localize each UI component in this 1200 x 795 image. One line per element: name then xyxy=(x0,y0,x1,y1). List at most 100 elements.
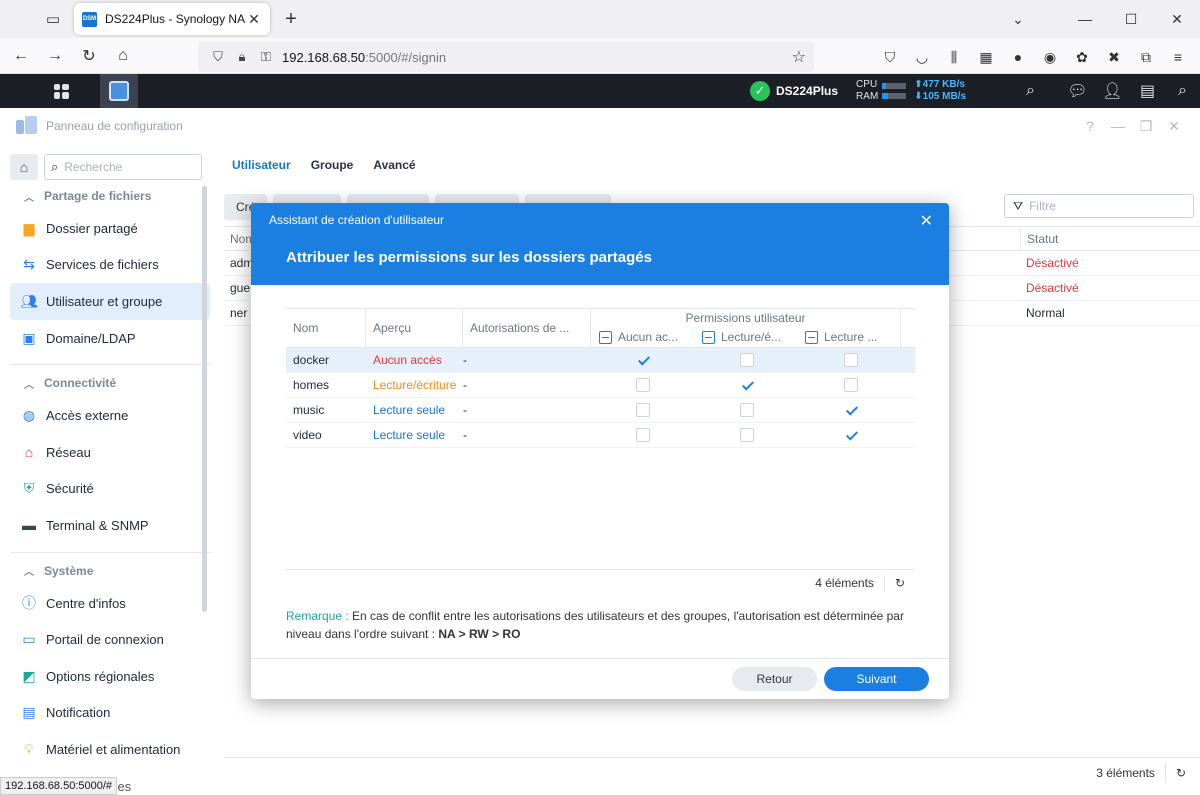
main-menu-button[interactable] xyxy=(38,74,84,108)
sidebar-item-notification[interactable]: ▤ Notification xyxy=(10,695,210,732)
chevron-down-icon[interactable]: ⌄ xyxy=(998,0,1038,38)
back-button[interactable]: Retour xyxy=(732,667,817,691)
extensions-puzzle-icon[interactable]: ⧉ xyxy=(1130,42,1162,72)
table-row[interactable]: video Lecture seule - xyxy=(286,423,915,448)
sidebar-item-domain-ldap[interactable]: ▣ Domaine/LDAP xyxy=(10,320,210,357)
shield-icon[interactable]: ⛉ xyxy=(206,49,230,65)
no-access-checkbox[interactable] xyxy=(636,428,650,442)
select-all-read-write-checkbox[interactable] xyxy=(702,330,715,344)
read-write-checkbox[interactable] xyxy=(740,428,754,442)
chat-icon[interactable]: 💬︎ xyxy=(1060,74,1095,108)
section-file-sharing[interactable]: ︿ Partage de fichiers xyxy=(10,182,210,210)
col-status[interactable]: Statut xyxy=(1020,227,1170,250)
forward-arrow-icon[interactable]: → xyxy=(40,41,70,71)
minimize-icon[interactable]: — xyxy=(1062,0,1108,38)
permissions-key-icon[interactable]: ⚿ xyxy=(254,49,278,65)
bookmark-star-icon[interactable]: ☆ xyxy=(792,47,806,67)
col-autorisations[interactable]: Autorisations de ... xyxy=(463,309,591,347)
dialog-title: Attribuer les permissions sur les dossie… xyxy=(286,249,652,266)
lock-insecure-icon[interactable]: 🔒︎ xyxy=(230,49,254,65)
home-button[interactable]: ⌂ xyxy=(10,154,38,180)
pocket-icon[interactable]: ◡ xyxy=(906,42,938,72)
home-icon[interactable]: ⌂ xyxy=(108,41,138,71)
search-files-icon[interactable]: ⌕ xyxy=(1013,74,1048,108)
col-nom[interactable]: Nom xyxy=(286,309,366,347)
filter-input[interactable] xyxy=(1029,199,1180,213)
sidebar-item-shared-folder[interactable]: ▆ Dossier partagé xyxy=(10,210,210,247)
restore-window-icon[interactable]: ❐ xyxy=(1132,108,1160,144)
info-icon: ⓘ xyxy=(22,595,36,612)
select-all-read-only-checkbox[interactable] xyxy=(805,330,818,344)
read-only-checkbox[interactable] xyxy=(844,403,858,417)
extension-badge-icon[interactable]: ✿ xyxy=(1066,42,1098,72)
sidebar-item-security[interactable]: ⛨ Sécurité xyxy=(10,471,210,508)
tab-user[interactable]: Utilisateur xyxy=(232,158,291,176)
browser-tab[interactable]: DSM DS224Plus - Synology NAS ✕ xyxy=(74,3,270,35)
extension-grid-icon[interactable]: ▦ xyxy=(970,42,1002,72)
refresh-icon[interactable]: ↻ xyxy=(1176,766,1186,780)
maximize-icon[interactable]: ☐ xyxy=(1108,0,1154,38)
search-input[interactable] xyxy=(64,160,185,174)
read-write-checkbox[interactable] xyxy=(740,378,754,392)
back-arrow-icon[interactable]: ← xyxy=(6,41,36,71)
tab-list-icon[interactable]: ▭ xyxy=(38,4,68,34)
sidebar-item-login-portal[interactable]: ▭ Portail de connexion xyxy=(10,621,210,658)
extension-avatar-icon[interactable]: ◉ xyxy=(1034,42,1066,72)
read-only-checkbox[interactable] xyxy=(844,428,858,442)
section-system[interactable]: ︿ Système xyxy=(10,557,210,585)
search-icon[interactable]: ⌕ xyxy=(1165,74,1200,108)
filter-box[interactable]: ⛛ xyxy=(1004,194,1194,218)
extension-tool-icon[interactable]: ✖ xyxy=(1098,42,1130,72)
close-icon[interactable]: ✕ xyxy=(920,211,933,231)
no-access-checkbox[interactable] xyxy=(636,403,650,417)
sidebar-item-regional-options[interactable]: ◩ Options régionales xyxy=(10,658,210,695)
url-bar[interactable]: ⛉ 🔒︎ ⚿ 192.168.68.50:5000/#/signin ☆ xyxy=(198,42,814,72)
col-no-access[interactable]: Aucun ac... xyxy=(591,328,694,347)
refresh-icon[interactable]: ↻ xyxy=(895,576,905,590)
menu-icon[interactable]: ≡ xyxy=(1162,42,1194,72)
sidebar-item-external-access[interactable]: ◍ Accès externe xyxy=(10,397,210,434)
sidebar-item-user-group[interactable]: 👥︎ Utilisateur et groupe xyxy=(10,283,210,320)
tab-close-icon[interactable]: ✕ xyxy=(246,11,262,28)
tab-advanced[interactable]: Avancé xyxy=(373,158,415,176)
cpu-label: CPU xyxy=(856,79,878,90)
next-button[interactable]: Suivant xyxy=(824,667,929,691)
table-row[interactable]: docker Aucun accès - xyxy=(286,348,915,373)
sidebar-item-network[interactable]: ⌂ Réseau xyxy=(10,434,210,471)
no-access-checkbox[interactable] xyxy=(636,378,650,392)
sidebar-item-info-center[interactable]: ⓘ Centre d'infos xyxy=(10,585,210,622)
library-icon[interactable]: ⫼ xyxy=(938,42,970,72)
col-read-only[interactable]: Lecture ... xyxy=(797,328,900,347)
col-read-write[interactable]: Lecture/é... xyxy=(694,328,797,347)
sidebar-item-file-services[interactable]: ⇆ Services de fichiers xyxy=(10,247,210,284)
control-panel-taskbar-button[interactable] xyxy=(100,74,138,108)
extension-circles-icon[interactable]: ● xyxy=(1002,42,1034,72)
minimize-window-icon[interactable]: — xyxy=(1104,108,1132,144)
table-row[interactable]: music Lecture seule - xyxy=(286,398,915,423)
sidebar-item-terminal-snmp[interactable]: ▬ Terminal & SNMP xyxy=(10,507,210,544)
read-only-checkbox[interactable] xyxy=(844,353,858,367)
widgets-icon[interactable]: ▤ xyxy=(1130,74,1165,108)
tab-group[interactable]: Groupe xyxy=(311,158,354,176)
read-only-checkbox[interactable] xyxy=(844,378,858,392)
remark-text: En cas de conflit entre les autorisation… xyxy=(286,609,904,641)
search-box[interactable]: ⌕ xyxy=(44,154,202,180)
sidebar-item-hardware-power[interactable]: 💡︎ Matériel et alimentation xyxy=(10,731,210,768)
select-all-no-access-checkbox[interactable] xyxy=(599,330,612,344)
close-window-icon[interactable]: ✕ xyxy=(1160,108,1188,144)
save-pocket-icon[interactable]: ⛉ xyxy=(874,42,906,72)
col-apercu[interactable]: Aperçu xyxy=(366,309,463,347)
sidebar-scrollbar[interactable] xyxy=(202,186,207,612)
no-access-checkbox[interactable] xyxy=(636,353,650,367)
read-write-checkbox[interactable] xyxy=(740,403,754,417)
url-text[interactable]: 192.168.68.50:5000/#/signin xyxy=(282,50,446,65)
user-icon[interactable]: 👤︎ xyxy=(1095,74,1130,108)
table-row[interactable]: homes Lecture/écriture - xyxy=(286,373,915,398)
reload-icon[interactable]: ↻ xyxy=(74,41,104,71)
system-status[interactable]: ✓ DS224Plus CPU RAM ⬆477 KB/s ⬇105 MB/s xyxy=(750,74,966,108)
section-connectivity[interactable]: ︿ Connectivité xyxy=(10,369,210,397)
help-icon[interactable]: ? xyxy=(1076,108,1104,144)
new-tab-icon[interactable]: + xyxy=(276,4,306,34)
close-window-icon[interactable]: ✕ xyxy=(1154,0,1200,38)
read-write-checkbox[interactable] xyxy=(740,353,754,367)
